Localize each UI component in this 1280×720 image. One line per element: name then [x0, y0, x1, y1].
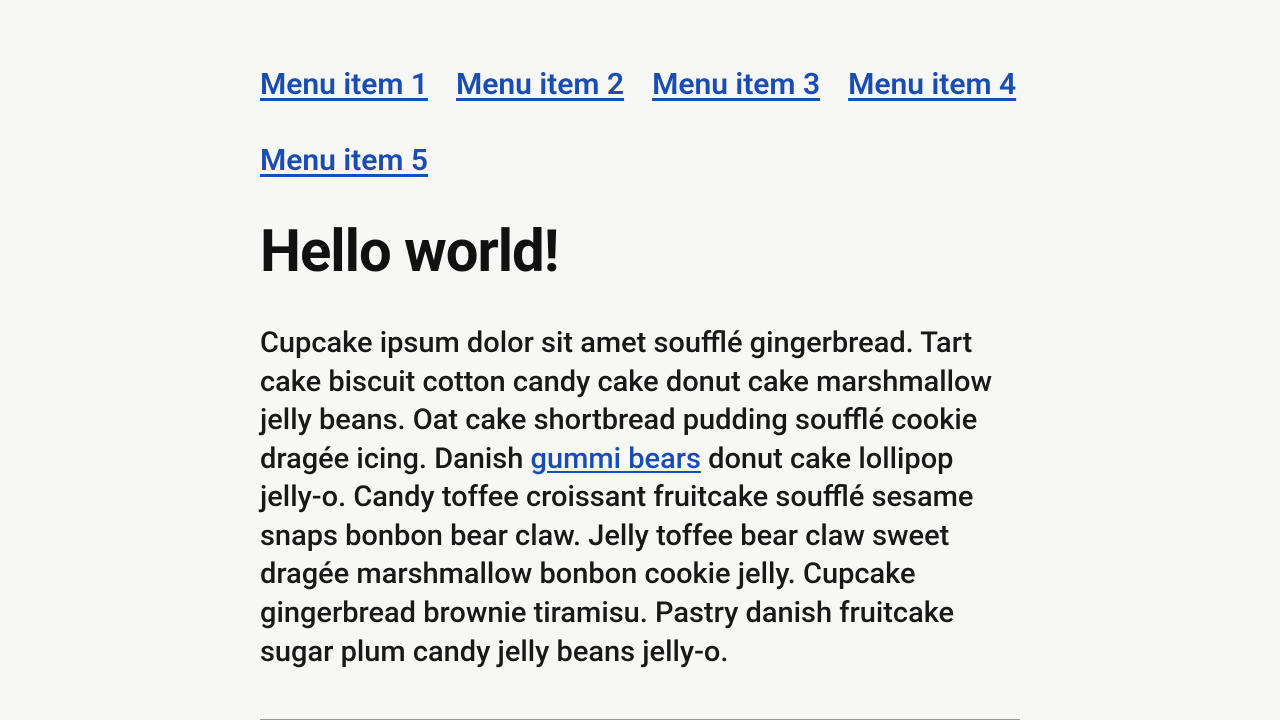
menu-item-3[interactable]: Menu item 3 [652, 52, 820, 118]
page-title: Hello world! [260, 218, 1020, 286]
page-content: Menu item 1 Menu item 2 Menu item 3 Menu… [240, 0, 1040, 720]
main-menu: Menu item 1 Menu item 2 Menu item 3 Menu… [260, 52, 1020, 194]
body-paragraph: Cupcake ipsum dolor sit amet soufflé gin… [260, 324, 1020, 671]
menu-item-4[interactable]: Menu item 4 [848, 52, 1016, 118]
menu-item-2[interactable]: Menu item 2 [456, 52, 624, 118]
menu-item-1[interactable]: Menu item 1 [260, 52, 428, 118]
menu-item-5[interactable]: Menu item 5 [260, 128, 428, 194]
gummi-bears-link[interactable]: gummi bears [531, 442, 701, 476]
